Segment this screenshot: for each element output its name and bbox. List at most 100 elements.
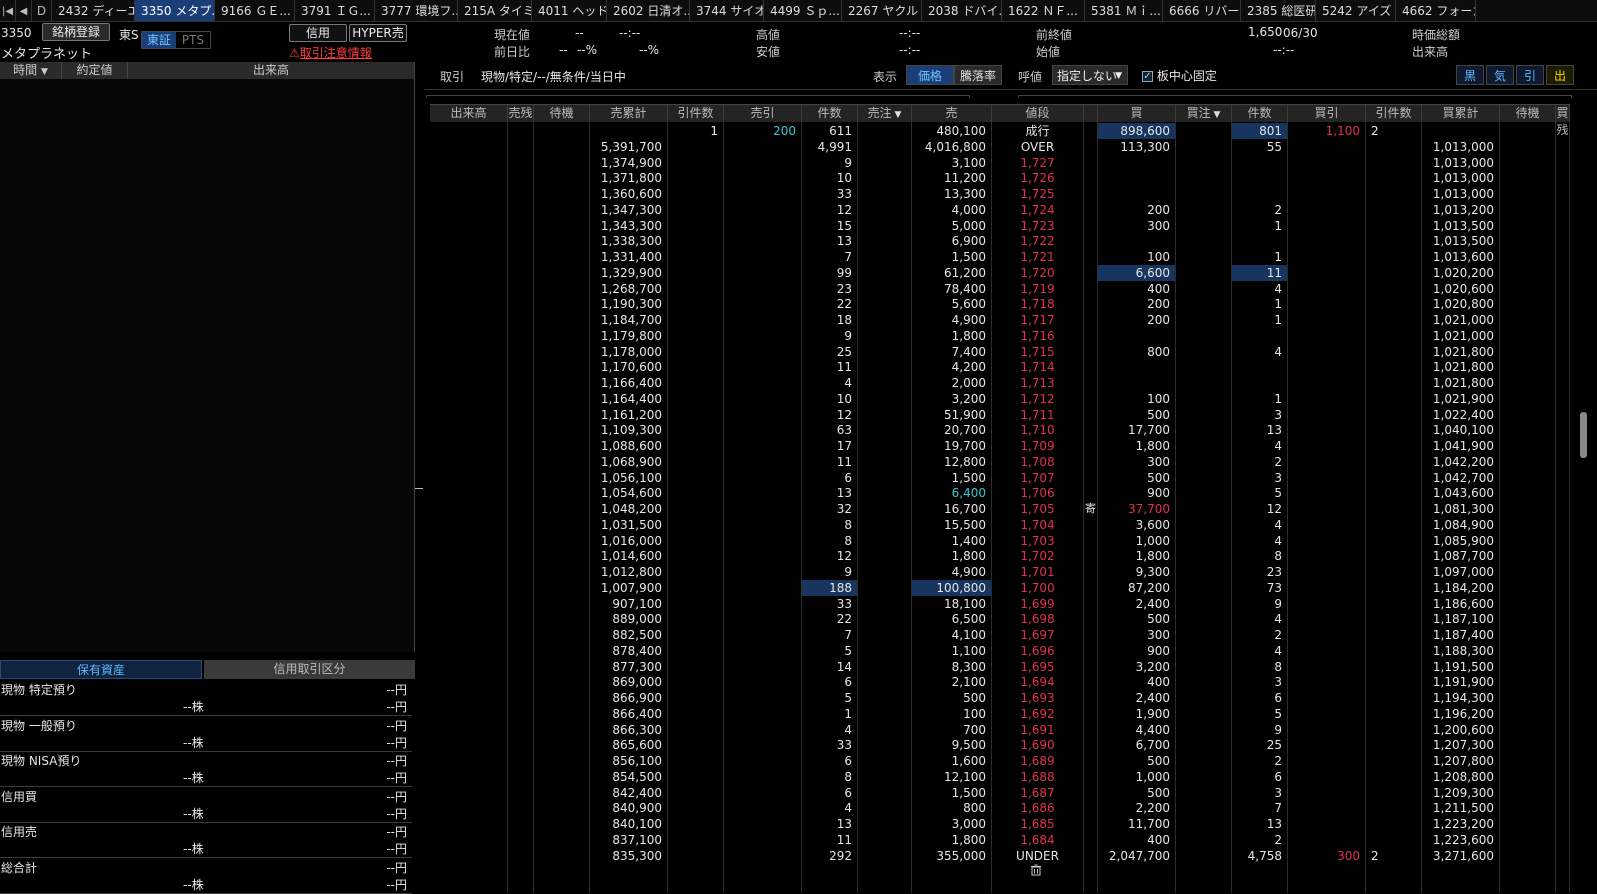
sell-qty-cell[interactable]: 4,016,800 bbox=[912, 138, 992, 155]
symbol-tab[interactable]: 3791 ＩＧ... bbox=[295, 0, 375, 21]
buy-qty-cell[interactable] bbox=[1098, 359, 1176, 376]
sell-qty-cell[interactable]: 3,000 bbox=[912, 816, 992, 832]
symbol-tab[interactable]: 9166 ＧＥ... bbox=[215, 0, 295, 21]
sell-qty-cell[interactable]: 1,800 bbox=[912, 327, 992, 344]
sell-qty-cell[interactable]: 18,100 bbox=[912, 595, 992, 612]
buy-qty-cell[interactable] bbox=[1098, 375, 1176, 391]
sell-qty-cell[interactable]: 1,400 bbox=[912, 532, 992, 549]
view-ki-button[interactable]: 気 bbox=[1486, 65, 1514, 85]
sell-qty-cell[interactable]: 19,700 bbox=[912, 438, 992, 454]
symbol-tab[interactable]: 2385 総医研 bbox=[1241, 0, 1316, 21]
sell-qty-cell[interactable]: 4,200 bbox=[912, 359, 992, 376]
buy-qty-cell[interactable]: 200 bbox=[1098, 312, 1176, 328]
fix-center-checkbox[interactable]: ✓ 板中心固定 bbox=[1142, 67, 1217, 84]
symbol-tab[interactable]: 4662 フォーカ... bbox=[1396, 0, 1476, 21]
sell-qty-cell[interactable]: 500 bbox=[912, 690, 992, 706]
symbol-tab[interactable]: 1622 ＮＦ... bbox=[1002, 0, 1085, 21]
sell-qty-cell[interactable]: 4,000 bbox=[912, 201, 992, 218]
sell-qty-cell[interactable]: 4,900 bbox=[912, 564, 992, 580]
first-tab-button[interactable]: |◀ bbox=[0, 0, 16, 21]
buy-qty-cell[interactable]: 300 bbox=[1098, 627, 1176, 643]
display-rate-button[interactable]: 騰落率 bbox=[954, 65, 1002, 85]
sell-qty-cell[interactable]: 1,100 bbox=[912, 642, 992, 659]
sell-qty-cell[interactable]: 12,100 bbox=[912, 768, 992, 785]
exchange-pts[interactable]: PTS bbox=[176, 32, 210, 48]
buy-qty-cell[interactable]: 87,200 bbox=[1098, 579, 1176, 596]
sell-qty-cell[interactable]: 2,100 bbox=[912, 674, 992, 691]
buy-qty-cell[interactable] bbox=[1098, 327, 1176, 344]
sell-qty-cell[interactable]: 6,500 bbox=[912, 611, 992, 628]
sell-qty-cell[interactable]: 100,800 bbox=[912, 579, 992, 596]
buy-qty-cell[interactable]: 100 bbox=[1098, 390, 1176, 407]
warning-link[interactable]: ⚠取引注意情報 bbox=[289, 44, 372, 61]
sell-qty-cell[interactable]: 480,100 bbox=[912, 123, 992, 139]
buy-qty-cell[interactable]: 900 bbox=[1098, 642, 1176, 659]
buy-qty-cell[interactable]: 500 bbox=[1098, 784, 1176, 801]
buy-qty-cell[interactable] bbox=[1098, 170, 1176, 187]
symbol-tab[interactable]: 5242 アイズ bbox=[1316, 0, 1396, 21]
symbol-tab[interactable]: 2038 ドバイ... bbox=[922, 0, 1002, 21]
tab-margin-type[interactable]: 信用取引区分 bbox=[204, 660, 415, 679]
buy-qty-cell[interactable]: 1,000 bbox=[1098, 532, 1176, 549]
buy-qty-cell[interactable]: 500 bbox=[1098, 753, 1176, 769]
buy-qty-cell[interactable]: 4,400 bbox=[1098, 721, 1176, 738]
detail-toggle-button[interactable]: D bbox=[32, 0, 52, 21]
buy-qty-cell[interactable]: 11,700 bbox=[1098, 816, 1176, 832]
buy-qty-cell[interactable]: 1,800 bbox=[1098, 548, 1176, 565]
sell-qty-cell[interactable]: 3,200 bbox=[912, 390, 992, 407]
sell-qty-cell[interactable]: 7,400 bbox=[912, 343, 992, 360]
buy-qty-cell[interactable]: 6,600 bbox=[1098, 264, 1176, 281]
buy-qty-cell[interactable]: 900 bbox=[1098, 485, 1176, 502]
symbol-tab[interactable]: 6666 リバー... bbox=[1163, 0, 1241, 21]
buy-qty-cell[interactable]: 2,200 bbox=[1098, 800, 1176, 817]
sell-qty-cell[interactable]: 11,200 bbox=[912, 170, 992, 187]
buy-qty-cell[interactable]: 2,047,700 bbox=[1098, 847, 1176, 864]
symbol-tab[interactable]: 2267 ヤクルト bbox=[842, 0, 922, 21]
buy-qty-cell[interactable]: 200 bbox=[1098, 201, 1176, 218]
sell-qty-cell[interactable]: 6,900 bbox=[912, 233, 992, 250]
sell-qty-cell[interactable]: 5,000 bbox=[912, 217, 992, 234]
sell-qty-cell[interactable]: 1,500 bbox=[912, 249, 992, 265]
sell-qty-cell[interactable]: 12,800 bbox=[912, 453, 992, 470]
sell-qty-cell[interactable]: 100 bbox=[912, 705, 992, 722]
sell-qty-cell[interactable]: 9,500 bbox=[912, 737, 992, 754]
sell-qty-cell[interactable]: 1,600 bbox=[912, 753, 992, 769]
tab-holdings[interactable]: 保有資産 bbox=[0, 660, 202, 679]
buy-qty-cell[interactable] bbox=[1098, 233, 1176, 250]
buy-qty-cell[interactable]: 3,600 bbox=[1098, 516, 1176, 533]
view-close-button[interactable]: 引 bbox=[1516, 65, 1544, 85]
sell-qty-cell[interactable]: 16,700 bbox=[912, 501, 992, 517]
buy-qty-cell[interactable]: 500 bbox=[1098, 469, 1176, 486]
buy-qty-cell[interactable]: 898,600 bbox=[1098, 123, 1176, 139]
sell-qty-cell[interactable]: 700 bbox=[912, 721, 992, 738]
view-black-button[interactable]: 黒 bbox=[1456, 65, 1484, 85]
buy-scroll-strip[interactable] bbox=[1018, 95, 1572, 98]
buy-qty-cell[interactable]: 37,700 bbox=[1098, 501, 1176, 517]
symbol-tab[interactable]: 4011 ヘッド... bbox=[532, 0, 607, 21]
buy-qty-cell[interactable]: 1,000 bbox=[1098, 768, 1176, 785]
symbol-tab[interactable]: 2432 ディーエ... bbox=[52, 0, 135, 21]
sell-qty-cell[interactable]: 4,100 bbox=[912, 627, 992, 643]
buy-qty-cell[interactable]: 113,300 bbox=[1098, 138, 1176, 155]
sell-qty-cell[interactable]: 61,200 bbox=[912, 264, 992, 281]
buy-qty-cell[interactable]: 1,800 bbox=[1098, 438, 1176, 454]
symbol-tab[interactable]: 5381 Ｍｉ... bbox=[1085, 0, 1163, 21]
hyper-sell-button[interactable]: HYPER売 bbox=[349, 24, 407, 42]
sell-qty-cell[interactable]: 1,800 bbox=[912, 831, 992, 848]
trade-condition[interactable]: 現物/特定/--/無条件/当日中 bbox=[481, 68, 626, 85]
col-sell-order[interactable]: 売注 ▼ bbox=[858, 105, 912, 122]
display-price-button[interactable]: 価格 bbox=[906, 65, 954, 85]
buy-qty-cell[interactable]: 17,700 bbox=[1098, 422, 1176, 439]
prev-tab-button[interactable]: ◀ bbox=[16, 0, 32, 21]
sell-qty-cell[interactable]: 4,900 bbox=[912, 312, 992, 328]
sell-qty-cell[interactable]: 8,300 bbox=[912, 658, 992, 675]
sell-qty-cell[interactable]: 20,700 bbox=[912, 422, 992, 439]
exchange-tse[interactable]: 東証 bbox=[142, 32, 176, 48]
buy-qty-cell[interactable]: 200 bbox=[1098, 296, 1176, 313]
sell-qty-cell[interactable]: 15,500 bbox=[912, 516, 992, 533]
buy-qty-cell[interactable]: 500 bbox=[1098, 406, 1176, 423]
buy-qty-cell[interactable]: 800 bbox=[1098, 343, 1176, 360]
sell-qty-cell[interactable]: 1,500 bbox=[912, 469, 992, 486]
buy-qty-cell[interactable]: 500 bbox=[1098, 611, 1176, 628]
buy-qty-cell[interactable]: 300 bbox=[1098, 217, 1176, 234]
